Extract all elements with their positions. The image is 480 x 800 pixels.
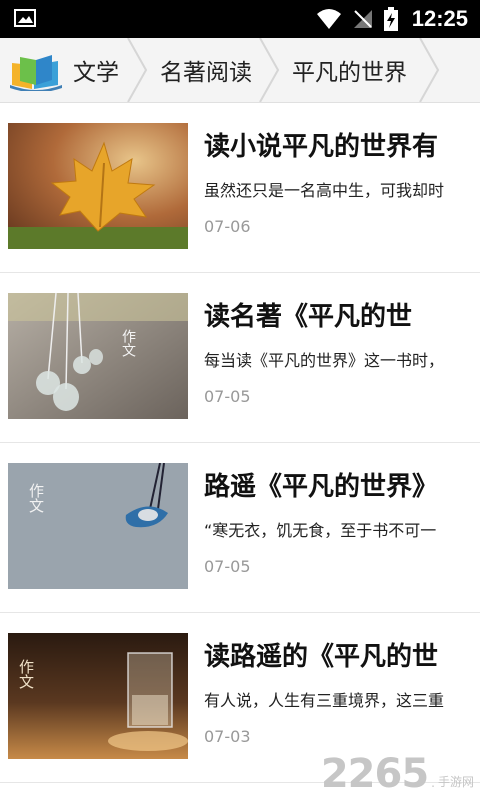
thumb-caption: 作文 [120, 329, 136, 357]
article-summary: 有人说，人生有三重境界，这三重 [204, 691, 445, 710]
article-summary: “寒无衣，饥无食，至于书不可一 [204, 521, 437, 540]
breadcrumb-separator-icon [419, 38, 440, 102]
list-item[interactable]: 作文 路遥《平凡的世界》 “寒无衣，饥无食，至于书不可一 07-05 [0, 443, 480, 613]
breadcrumb-label: 文学 [73, 60, 119, 86]
breadcrumb-item-classics[interactable]: 名著阅读 [160, 38, 252, 102]
watermark-number: 2265 [320, 751, 429, 797]
site-watermark: 2265 . 手游网 [321, 754, 474, 794]
breadcrumb-item-current[interactable]: 平凡的世界 [292, 38, 407, 102]
no-signal-icon [353, 10, 372, 28]
article-thumbnail[interactable]: 作文 [8, 463, 188, 589]
list-item[interactable]: 读小说平凡的世界有 虽然还只是一名高中生，可我却时 07-06 [0, 103, 480, 273]
breadcrumb-item-literature[interactable]: 文学 [73, 38, 119, 102]
article-title[interactable]: 读名著《平凡的世 [204, 299, 474, 335]
article-thumbnail[interactable]: 作文 [8, 633, 188, 759]
article-date: 07-06 [204, 217, 251, 236]
thumb-caption: 作文 [17, 659, 35, 689]
article-summary: 每当读《平凡的世界》这一书时， [204, 351, 445, 370]
article-title[interactable]: 读路遥的《平凡的世 [204, 639, 474, 675]
breadcrumb: 文学 名著阅读 平凡的世界 [0, 38, 480, 103]
article-list: 读小说平凡的世界有 虽然还只是一名高中生，可我却时 07-06 作文 读名著《平… [0, 103, 480, 783]
article-thumbnail[interactable]: 作文 [8, 293, 188, 419]
article-title[interactable]: 路遥《平凡的世界》 [204, 469, 474, 505]
wifi-icon [316, 9, 341, 29]
breadcrumb-separator-icon [259, 38, 280, 102]
article-title[interactable]: 读小说平凡的世界有 [204, 129, 474, 165]
article-summary: 虽然还只是一名高中生，可我却时 [204, 181, 445, 200]
breadcrumb-label: 平凡的世界 [292, 60, 407, 86]
article-date: 07-05 [204, 557, 251, 576]
status-bar: 12:25 [0, 0, 480, 38]
breadcrumb-separator-icon [127, 38, 148, 102]
article-date: 07-05 [204, 387, 251, 406]
breadcrumb-label: 名著阅读 [160, 60, 252, 86]
thumb-caption: 作文 [27, 483, 45, 513]
status-time: 12:25 [411, 6, 468, 31]
article-thumbnail[interactable] [8, 123, 188, 249]
books-logo-icon[interactable] [8, 51, 64, 91]
battery-charging-icon [383, 7, 398, 31]
article-date: 07-03 [204, 727, 251, 746]
image-notification-icon [14, 9, 36, 27]
watermark-dot: . [431, 776, 435, 790]
list-item[interactable]: 作文 读名著《平凡的世 每当读《平凡的世界》这一书时， 07-05 [0, 273, 480, 443]
watermark-suffix: 手游网 [437, 775, 474, 789]
